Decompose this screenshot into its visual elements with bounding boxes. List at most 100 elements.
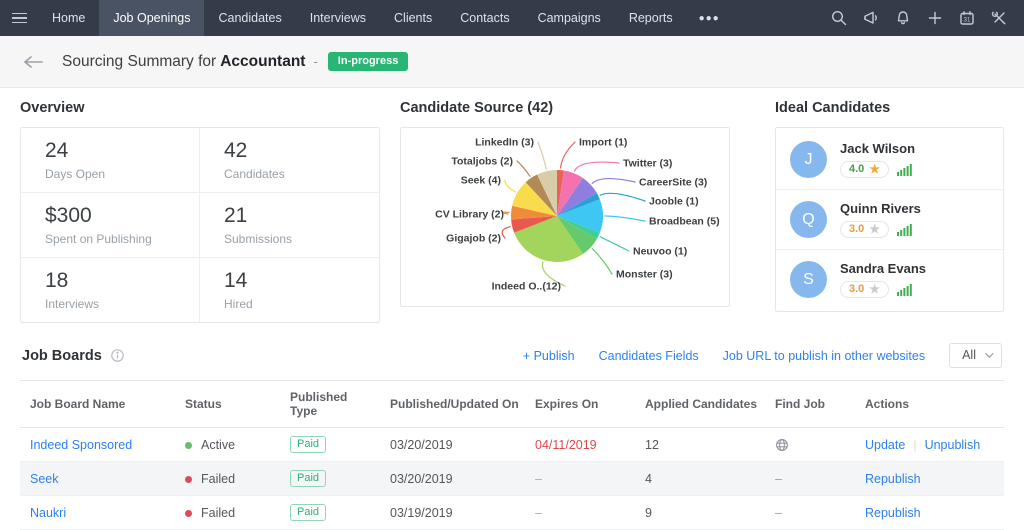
table-header-row: Job Board Name Status Published Type Pub… <box>20 381 1004 428</box>
status-text: Failed <box>201 472 235 486</box>
status-text: Failed <box>201 506 235 520</box>
expires-on-cell: 04/11/2019 <box>525 428 635 462</box>
col-status: Status <box>175 381 280 428</box>
published-on-cell: 03/20/2019 <box>380 462 525 496</box>
stat-value: $300 <box>45 204 189 228</box>
filter-value: All <box>962 348 976 362</box>
add-icon[interactable] <box>922 5 948 31</box>
candidate-name[interactable]: Quinn Rivers <box>840 201 921 216</box>
candidate-source-chart: Import (1)Twitter (3)CareerSite (3)Joobl… <box>400 127 730 307</box>
job-board-link[interactable]: Naukri <box>30 506 66 520</box>
calendar-icon[interactable]: 31 <box>954 5 980 31</box>
menu-icon[interactable] <box>0 0 38 36</box>
pie-leader-line <box>502 227 510 238</box>
overview-section: Overview 24 Days Open 42 Candidates $300… <box>20 100 380 323</box>
published-on-cell: 03/20/2019 <box>380 428 525 462</box>
job-board-link[interactable]: Seek <box>30 472 59 486</box>
ideal-candidates-heading: Ideal Candidates <box>775 100 1004 116</box>
publish-button[interactable]: + Publish <box>523 349 575 363</box>
summary-panels: Overview 24 Days Open 42 Candidates $300… <box>0 88 1024 323</box>
stat-submissions: 21 Submissions <box>200 193 379 258</box>
filter-dropdown[interactable]: All <box>949 343 1002 368</box>
job-board-link[interactable]: Indeed Sponsored <box>30 438 132 452</box>
pie-leader-line <box>592 179 635 184</box>
action-divider: | <box>913 438 916 452</box>
actions-cell: Republish <box>855 462 1004 496</box>
candidates-fields-link[interactable]: Candidates Fields <box>599 349 699 363</box>
candidate-name[interactable]: Jack Wilson <box>840 141 915 156</box>
pie-leader-line <box>517 161 530 176</box>
republish-link[interactable]: Republish <box>865 506 921 520</box>
pie-chart: Import (1)Twitter (3)CareerSite (3)Joobl… <box>401 128 729 306</box>
nav-item-candidates[interactable]: Candidates <box>204 0 295 36</box>
applied-candidates-cell: 4 <box>635 462 765 496</box>
table-row: Naukri Failed Paid 03/19/2019 – 9 – Repu… <box>20 496 1004 530</box>
pie-leader-line <box>600 193 645 201</box>
nav-item-reports[interactable]: Reports <box>615 0 687 36</box>
candidate-name[interactable]: Sandra Evans <box>840 261 926 276</box>
search-icon[interactable] <box>826 5 852 31</box>
job-boards-toolbar: + Publish Candidates Fields Job URL to p… <box>523 343 1002 368</box>
nav-icon-group: 31 <box>826 0 1024 36</box>
stat-days-open: 24 Days Open <box>21 128 200 193</box>
candidate-source-section: Candidate Source (42) Import (1)Twitter … <box>400 100 730 323</box>
page-title-entity: Accountant <box>220 53 305 70</box>
candidate-item[interactable]: S Sandra Evans 3.0★ <box>776 249 1003 309</box>
pie-label: LinkedIn (3) <box>475 137 534 149</box>
notifications-icon[interactable] <box>890 5 916 31</box>
published-type-badge: Paid <box>290 470 326 487</box>
rating-value: 3.0 <box>849 283 864 295</box>
pie-label: Broadbean (5) <box>649 216 720 228</box>
pie-leader-line <box>538 142 546 169</box>
nav-more-icon[interactable]: ●●● <box>687 0 732 36</box>
signal-bars-icon <box>897 283 913 296</box>
star-icon: ★ <box>869 283 880 295</box>
ideal-candidates-section: Ideal Candidates J Jack Wilson 4.0★ Q Qu… <box>775 100 1004 323</box>
pie-label: Seek (4) <box>461 175 501 187</box>
nav-item-home[interactable]: Home <box>38 0 99 36</box>
stat-value: 21 <box>224 204 369 228</box>
nav-item-contacts[interactable]: Contacts <box>446 0 523 36</box>
stat-label: Submissions <box>224 232 369 246</box>
pie-leader-line <box>600 237 629 251</box>
stat-spent-on-publishing: $300 Spent on Publishing <box>21 193 200 258</box>
job-boards-heading: Job Boards <box>22 348 102 364</box>
nav-item-clients[interactable]: Clients <box>380 0 446 36</box>
globe-icon[interactable] <box>775 438 849 452</box>
nav-item-interviews[interactable]: Interviews <box>296 0 380 36</box>
megaphone-icon[interactable] <box>858 5 884 31</box>
col-applied-candidates: Applied Candidates <box>635 381 765 428</box>
info-icon[interactable] <box>110 348 125 363</box>
status-dot <box>185 510 192 517</box>
unpublish-link[interactable]: Unpublish <box>925 438 981 452</box>
overview-stats-grid: 24 Days Open 42 Candidates $300 Spent on… <box>20 127 380 323</box>
candidate-source-heading: Candidate Source (42) <box>400 100 730 116</box>
signal-bars-icon <box>897 223 913 236</box>
back-arrow-icon[interactable] <box>22 55 44 69</box>
rating-pill: 3.0★ <box>840 221 889 238</box>
expires-on-cell: – <box>525 496 635 530</box>
ideal-candidates-list: J Jack Wilson 4.0★ Q Quinn Rivers 3.0★ <box>775 127 1004 312</box>
col-find-job: Find Job <box>765 381 855 428</box>
job-boards-table: Job Board Name Status Published Type Pub… <box>20 380 1004 530</box>
col-actions: Actions <box>855 381 1004 428</box>
update-link[interactable]: Update <box>865 438 905 452</box>
tools-icon[interactable] <box>986 5 1012 31</box>
published-on-cell: 03/19/2019 <box>380 496 525 530</box>
stat-value: 18 <box>45 269 189 293</box>
republish-link[interactable]: Republish <box>865 472 921 486</box>
job-boards-header: Job Boards + Publish Candidates Fields J… <box>0 323 1024 380</box>
nav-item-job-openings[interactable]: Job Openings <box>99 0 204 36</box>
page-title: Sourcing Summary forAccountant <box>62 53 305 71</box>
job-board-name-cell: Seek <box>20 462 175 496</box>
col-job-board-name: Job Board Name <box>20 381 175 428</box>
candidate-item[interactable]: Q Quinn Rivers 3.0★ <box>776 189 1003 249</box>
candidate-item[interactable]: J Jack Wilson 4.0★ <box>776 130 1003 189</box>
nav-item-campaigns[interactable]: Campaigns <box>524 0 615 36</box>
stat-label: Interviews <box>45 297 189 311</box>
job-url-link[interactable]: Job URL to publish in other websites <box>723 349 925 363</box>
avatar: Q <box>790 201 827 238</box>
pie-leader-line <box>605 216 645 221</box>
pie-label: CareerSite (3) <box>639 177 707 189</box>
stat-value: 24 <box>45 139 189 163</box>
